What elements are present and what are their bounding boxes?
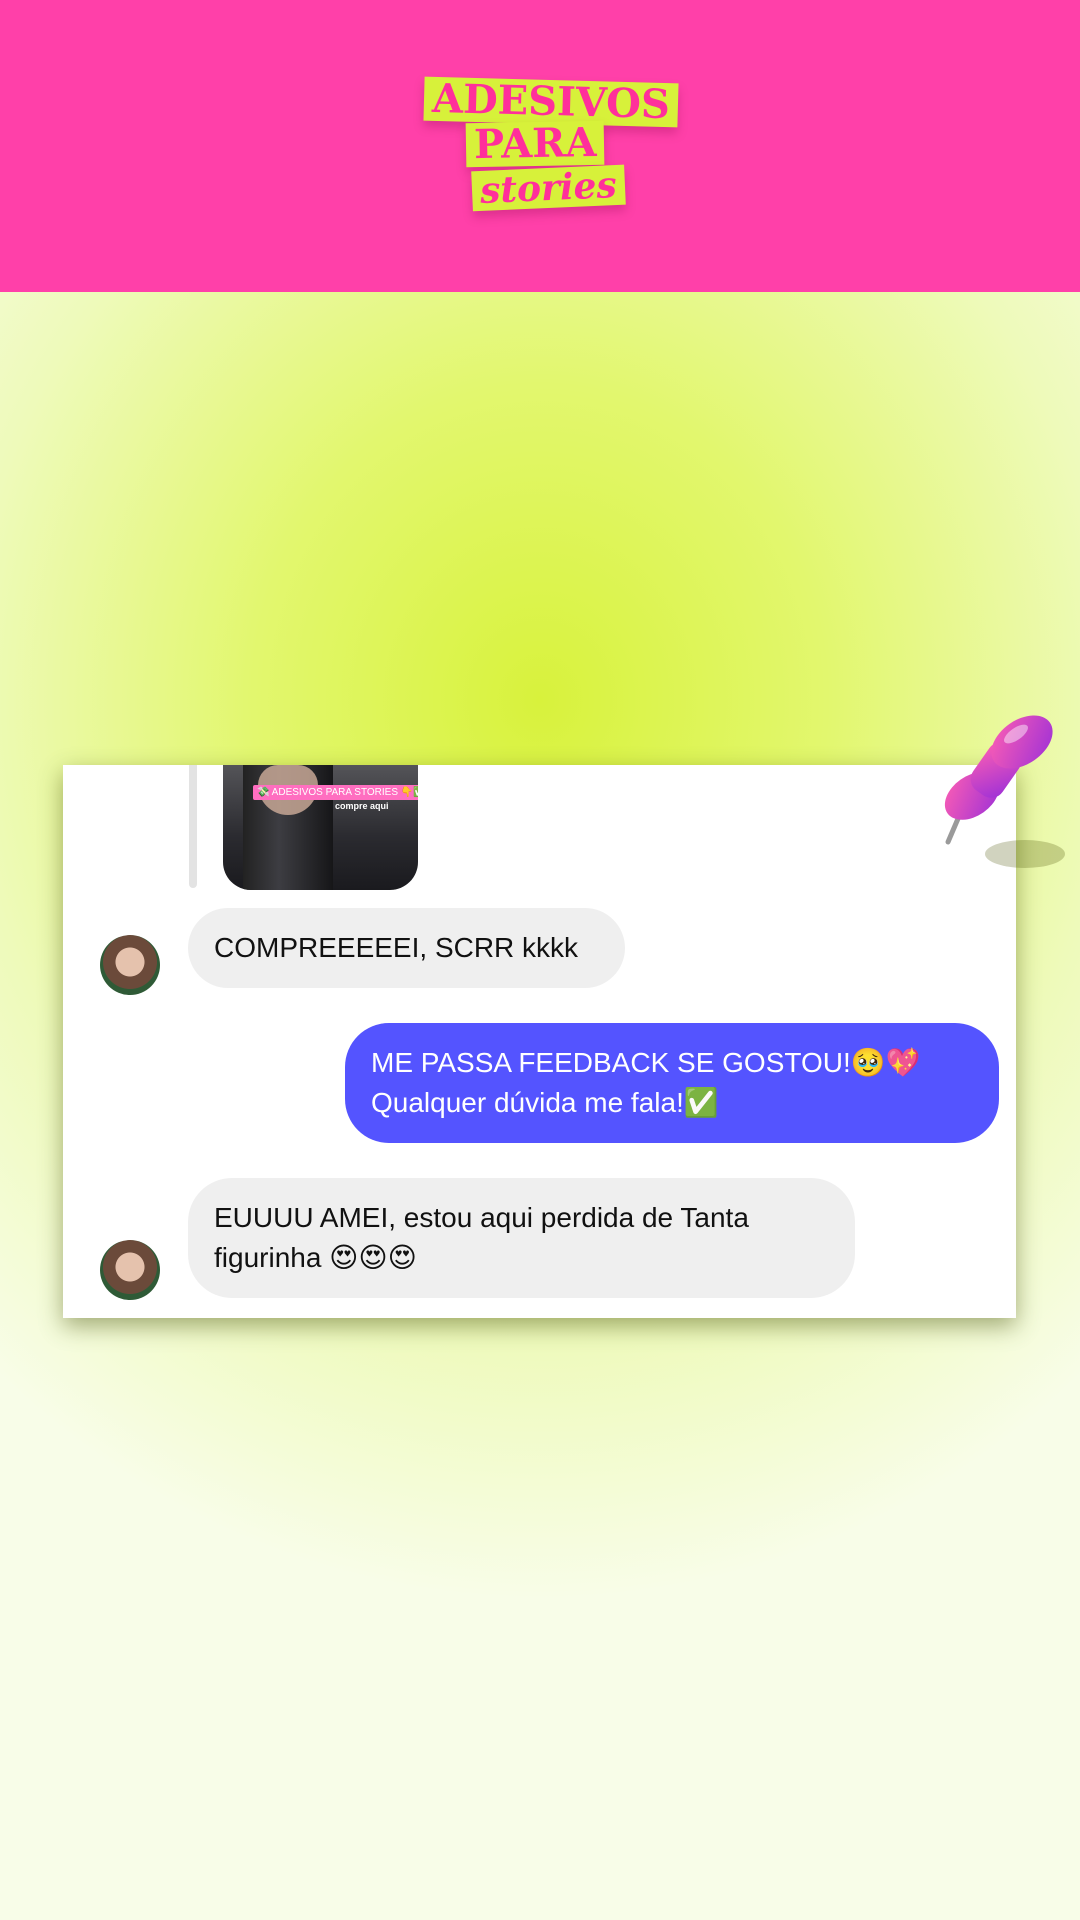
- chat-screenshot-card: 💸 ADESIVOS PARA STORIES 👇✅ compre aqui C…: [63, 765, 1016, 1318]
- story-sticker-subtext: compre aqui: [335, 801, 389, 811]
- shared-story-thumbnail[interactable]: 💸 ADESIVOS PARA STORIES 👇✅ compre aqui: [223, 765, 418, 890]
- header-banner: ADESIVOS PARA stories: [0, 0, 1080, 292]
- push-pin-icon: [944, 715, 1065, 868]
- outgoing-message[interactable]: ME PASSA FEEDBACK SE GOSTOU!🥹💖 Qualquer …: [345, 1023, 999, 1143]
- contact-avatar[interactable]: [100, 935, 160, 995]
- contact-avatar[interactable]: [100, 1240, 160, 1300]
- logo-line-3: stories: [471, 164, 626, 212]
- incoming-message[interactable]: EUUUU AMEI, estou aqui perdida de Tanta …: [188, 1178, 855, 1298]
- brand-logo: ADESIVOS PARA stories: [420, 75, 679, 216]
- reply-indicator-bar: [189, 765, 197, 888]
- story-sticker: 💸 ADESIVOS PARA STORIES 👇✅: [253, 785, 418, 800]
- incoming-message[interactable]: COMPREEEEEI, SCRR kkkk: [188, 908, 625, 988]
- logo-line-2: PARA: [465, 119, 605, 168]
